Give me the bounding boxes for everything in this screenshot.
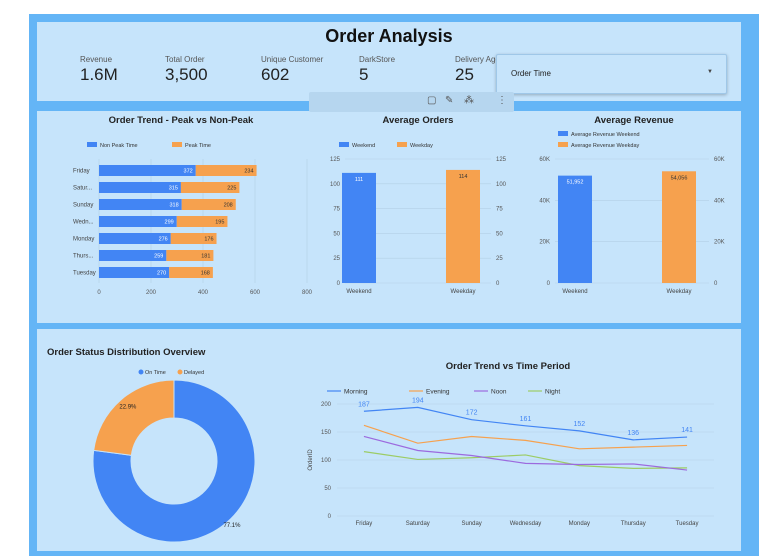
average-revenue-chart: Average Revenue Average Revenue Weekend Av… (539, 115, 725, 295)
tick-label: 40K (539, 198, 550, 204)
page-title: Order Analysis (325, 26, 453, 46)
point-label: 172 (466, 410, 478, 417)
legend-label: Noon (491, 389, 507, 396)
legend-label: Evening (426, 389, 450, 396)
series-line (363, 424, 688, 450)
legend-label: Average Revenue Weekday (571, 143, 640, 149)
bottom-panel: Order Status Distribution Overview On Tim… (37, 329, 741, 551)
x-tick-label: Monday (569, 521, 590, 527)
tick-label: 20K (714, 240, 725, 246)
legend-swatch (558, 142, 568, 147)
y-axis-label: OrderID (308, 449, 314, 471)
tick-label: 50 (324, 486, 331, 492)
legend-label: Night (545, 389, 560, 396)
kpi-label: Total Order (165, 55, 205, 64)
charts-panel: Order Trend - Peak vs Non-Peak Non Peak T… (37, 111, 741, 323)
title-panel: Order Analysis (37, 22, 741, 52)
time-period-line-chart: Order Trend vs Time Period Morning Evening… (308, 361, 714, 527)
point-label: 194 (412, 397, 424, 404)
x-tick-label: Tuesday (676, 521, 699, 527)
legend-label: Morning (344, 389, 368, 396)
chart-title: Average Revenue (594, 115, 673, 126)
filter-label: Order Time (511, 69, 552, 78)
kpi-unique-customer: Unique Customer 602 (261, 55, 323, 85)
kpi-value: 5 (359, 65, 369, 84)
kpi-darkstore: DarkStore 5 (359, 55, 395, 85)
kpi-value: 1.6M (80, 65, 118, 84)
category-label: Weekday (667, 289, 692, 295)
bar (662, 171, 696, 283)
order-time-filter[interactable]: Order Time ▼ (496, 54, 727, 94)
legend-label: Average Revenue Weekend (571, 132, 640, 138)
more-icon[interactable]: ⋮ (497, 95, 507, 106)
x-tick-label: Friday (356, 521, 373, 527)
point-label: 141 (681, 427, 693, 434)
kpi-label: Revenue (80, 55, 113, 64)
data-label: 54,056 (671, 175, 688, 181)
pencil-icon[interactable]: ✎ (445, 95, 453, 106)
point-label: 161 (520, 416, 532, 423)
bar (558, 175, 592, 283)
tick-label: 60K (539, 157, 550, 163)
tick-label: 60K (714, 157, 725, 163)
chart-toolbar: ▢ ✎ ⁂ ⋮ (309, 92, 514, 112)
chart-title: Order Trend vs Time Period (446, 361, 571, 372)
kpi-label: DarkStore (359, 55, 396, 64)
x-tick-label: Sunday (461, 521, 481, 527)
magic-icon[interactable]: ⁂ (464, 95, 474, 106)
point-label: 187 (358, 401, 370, 408)
select-icon[interactable]: ▢ (427, 95, 436, 106)
tick-label: 100 (321, 458, 332, 464)
kpi-revenue: Revenue 1.6M (80, 55, 118, 85)
x-tick-label: Wednesday (510, 521, 542, 527)
tick-label: 0 (547, 281, 551, 287)
x-tick-label: Thursday (621, 521, 646, 527)
category-label: Weekend (562, 289, 587, 295)
tick-label: 0 (714, 281, 718, 287)
kpi-value: 3,500 (165, 65, 208, 84)
point-label: 136 (627, 430, 639, 437)
kpi-label: Unique Customer (261, 55, 324, 64)
x-tick-label: Saturday (406, 521, 430, 527)
kpi-total-order: Total Order 3,500 (165, 55, 208, 85)
tick-label: 20K (539, 240, 550, 246)
data-label: 51,952 (567, 180, 584, 186)
kpi-value: 602 (261, 65, 290, 84)
point-label: 152 (574, 421, 586, 428)
tick-label: 0 (328, 514, 332, 520)
tick-label: 40K (714, 198, 725, 204)
tick-label: 200 (321, 402, 332, 408)
chevron-down-icon[interactable]: ▼ (707, 69, 713, 75)
tick-label: 150 (321, 430, 332, 436)
legend-swatch (558, 131, 568, 136)
dashboard-frame: Order Analysis Revenue 1.6M Total Order … (29, 14, 759, 556)
